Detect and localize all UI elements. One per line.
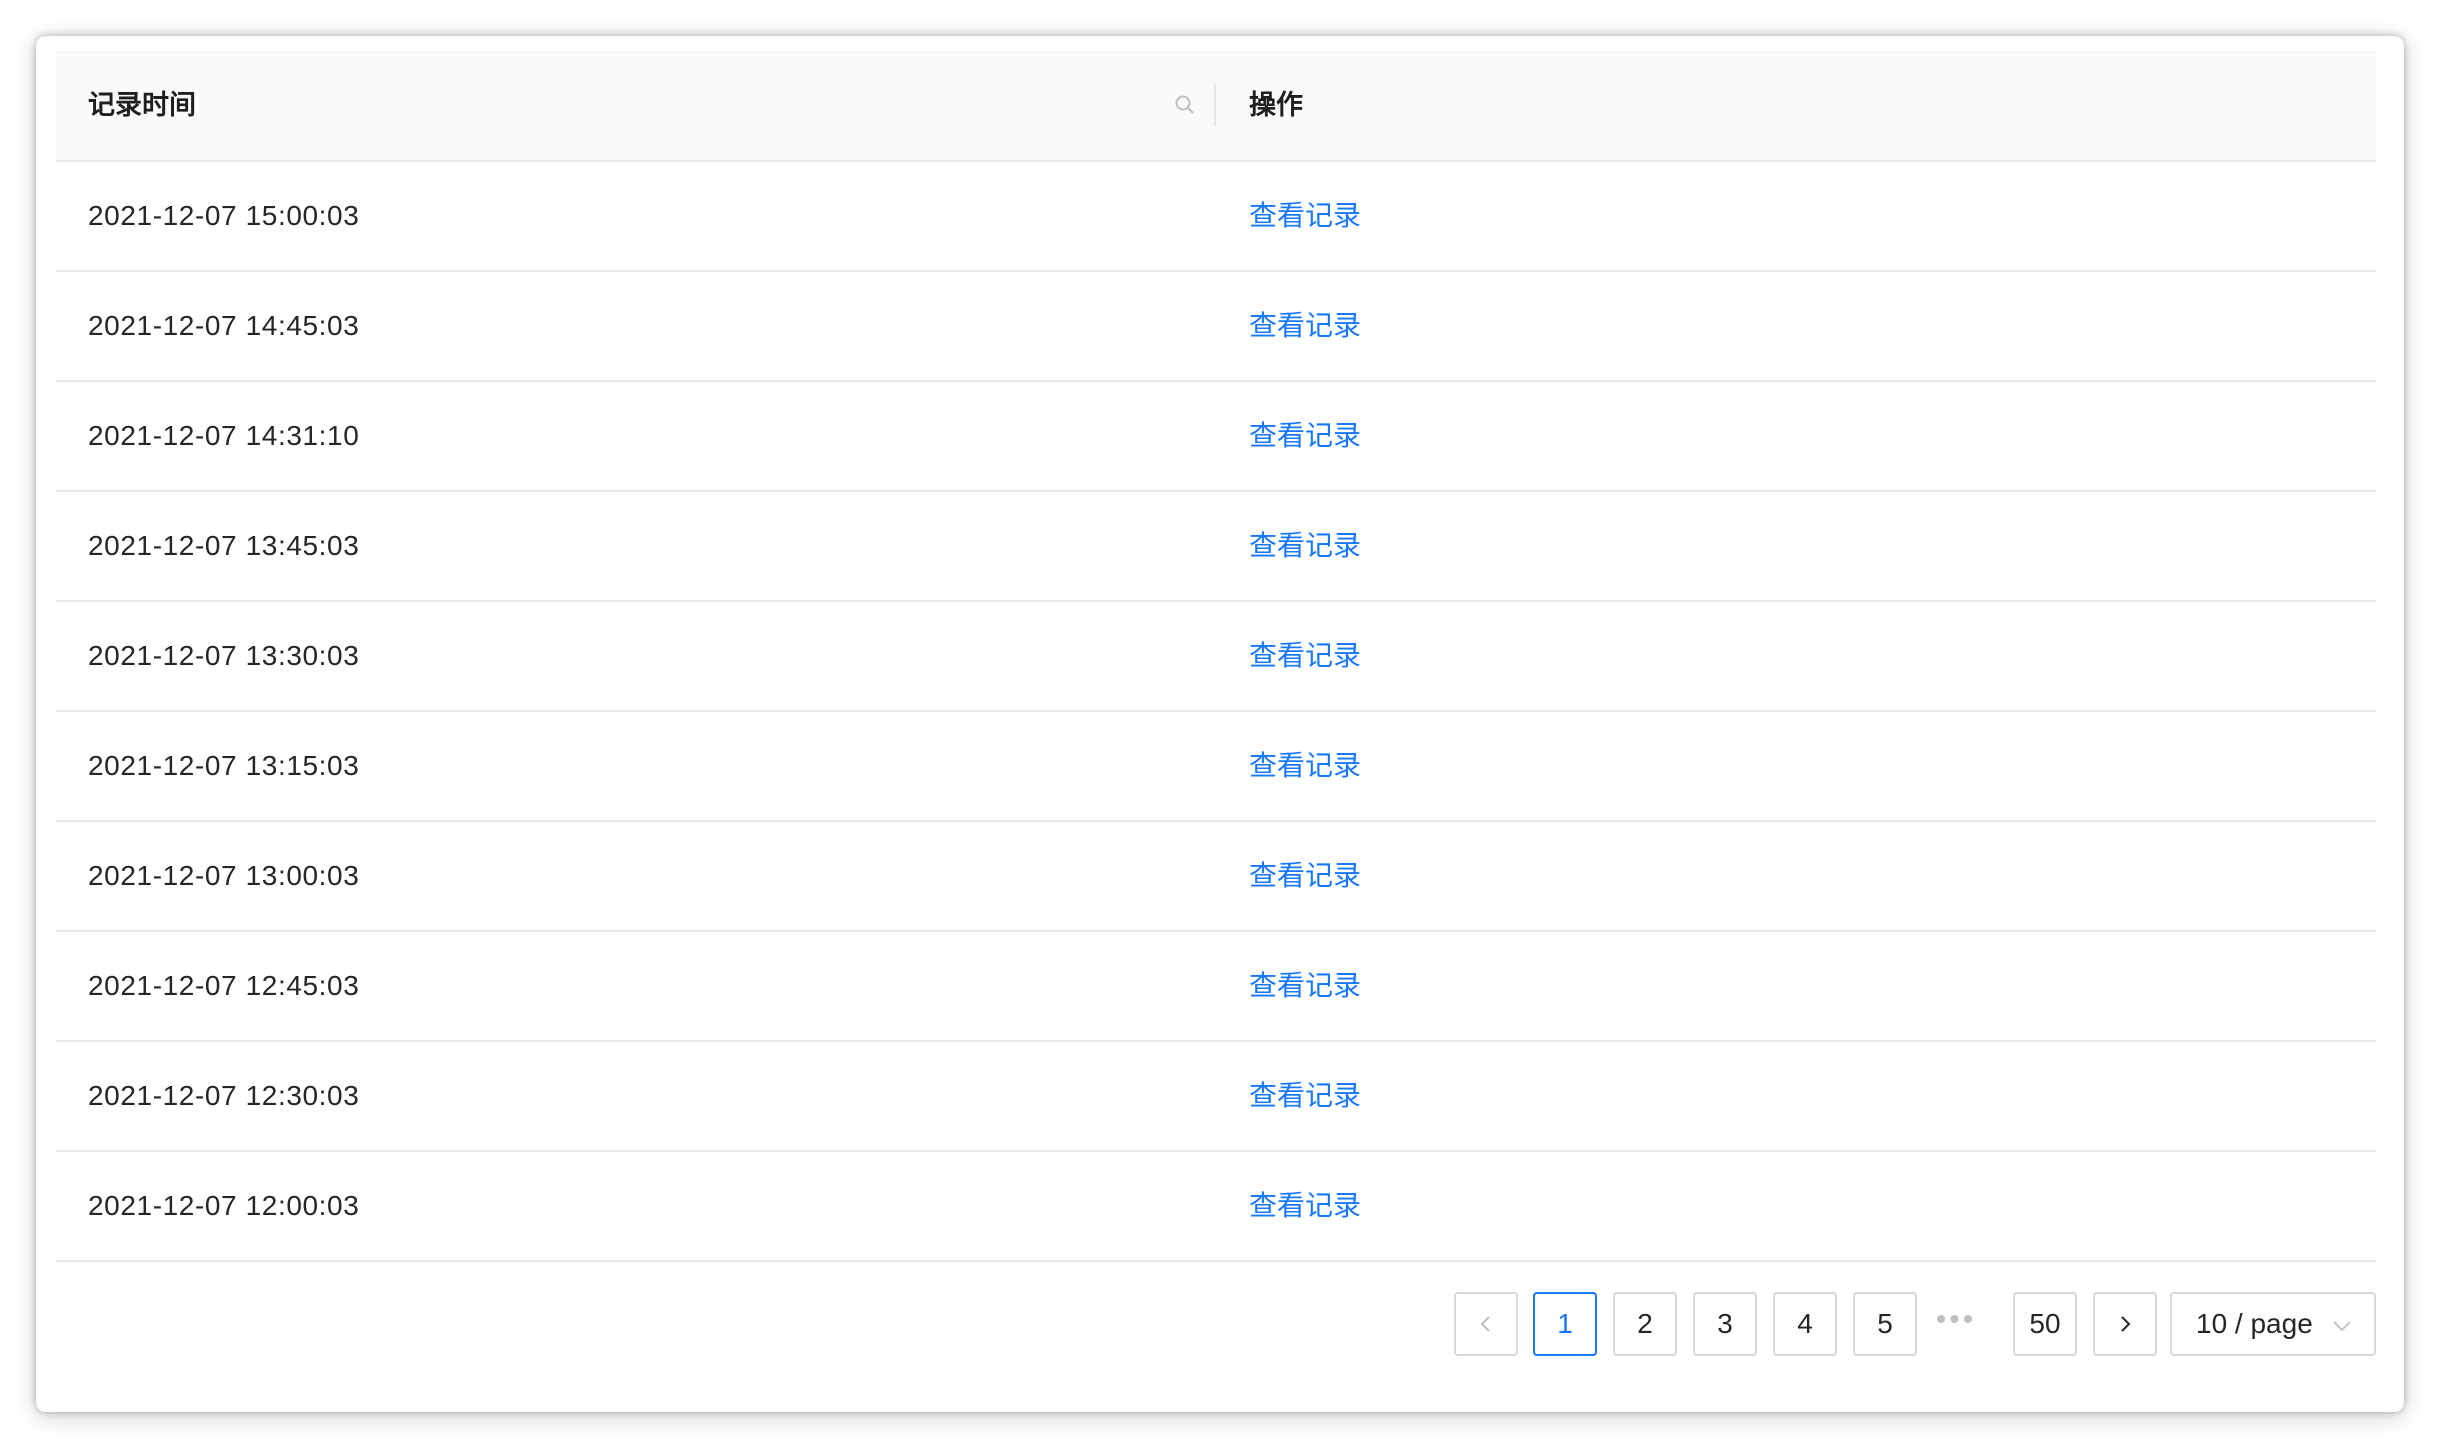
view-record-link[interactable]: 查看记录 [1249, 382, 1361, 490]
record-time-cell: 2021-12-07 14:45:03 [88, 310, 360, 341]
pagination: 1 2 3 4 5 ••• 50 10 / page [36, 1292, 2404, 1356]
table-body: 2021-12-07 15:00:03 查看记录 2021-12-07 14:45:… [56, 162, 2376, 1262]
table-row: 2021-12-07 15:00:03 查看记录 [56, 162, 2376, 272]
record-time-cell: 2021-12-07 12:00:03 [88, 1190, 360, 1221]
record-time-cell: 2021-12-07 13:45:03 [88, 530, 360, 561]
chevron-down-icon [2333, 1321, 2351, 1332]
record-time-cell: 2021-12-07 12:30:03 [88, 1080, 360, 1111]
view-record-link[interactable]: 查看记录 [1249, 1042, 1361, 1150]
page-item-4[interactable]: 4 [1773, 1292, 1837, 1356]
page-size-value: 10 / page [2196, 1308, 2313, 1339]
view-record-link[interactable]: 查看记录 [1249, 932, 1361, 1040]
record-time-cell: 2021-12-07 13:15:03 [88, 750, 360, 781]
table-row: 2021-12-07 14:31:10 查看记录 [56, 382, 2376, 492]
next-page-button[interactable] [2093, 1292, 2157, 1356]
view-record-link[interactable]: 查看记录 [1249, 822, 1361, 930]
record-table: 记录时间 操作 2021-12-07 15:00:03 查看记录 2021-12-0… [56, 50, 2376, 1262]
table-panel: 记录时间 操作 2021-12-07 15:00:03 查看记录 2021-12-0… [36, 36, 2404, 1412]
table-row: 2021-12-07 12:00:03 查看记录 [56, 1152, 2376, 1262]
table-header: 记录时间 操作 [56, 50, 2376, 162]
record-time-cell: 2021-12-07 15:00:03 [88, 200, 360, 231]
prev-page-button[interactable] [1454, 1292, 1518, 1356]
page-item-5[interactable]: 5 [1853, 1292, 1917, 1356]
view-record-link[interactable]: 查看记录 [1249, 602, 1361, 710]
view-record-link[interactable]: 查看记录 [1249, 712, 1361, 820]
view-record-link[interactable]: 查看记录 [1249, 272, 1361, 380]
page-item-3[interactable]: 3 [1693, 1292, 1757, 1356]
page-item-2[interactable]: 2 [1613, 1292, 1677, 1356]
table-row: 2021-12-07 13:30:03 查看记录 [56, 602, 2376, 712]
chevron-right-icon [2121, 1316, 2131, 1332]
page-size-select[interactable]: 10 / page [2170, 1292, 2376, 1356]
table-row: 2021-12-07 12:45:03 查看记录 [56, 932, 2376, 1042]
table-row: 2021-12-07 13:15:03 查看记录 [56, 712, 2376, 822]
search-icon[interactable] [1170, 90, 1200, 120]
table-row: 2021-12-07 14:45:03 查看记录 [56, 272, 2376, 382]
view-record-link[interactable]: 查看记录 [1249, 162, 1361, 270]
record-time-cell: 2021-12-07 13:30:03 [88, 640, 360, 671]
record-time-cell: 2021-12-07 14:31:10 [88, 420, 360, 451]
table-row: 2021-12-07 12:30:03 查看记录 [56, 1042, 2376, 1152]
view-record-link[interactable]: 查看记录 [1249, 492, 1361, 600]
chevron-left-icon [1480, 1316, 1490, 1332]
column-divider [1214, 84, 1216, 126]
page-item-1[interactable]: 1 [1533, 1292, 1597, 1356]
table-row: 2021-12-07 13:45:03 查看记录 [56, 492, 2376, 602]
column-header-record-time: 记录时间 [88, 90, 196, 120]
page-item-50[interactable]: 50 [2013, 1292, 2077, 1356]
record-time-cell: 2021-12-07 13:00:03 [88, 860, 360, 891]
table-row: 2021-12-07 13:00:03 查看记录 [56, 822, 2376, 932]
column-header-action: 操作 [1249, 90, 1303, 120]
view-record-link[interactable]: 查看记录 [1249, 1152, 1361, 1260]
page-ellipsis[interactable]: ••• [1925, 1292, 1987, 1356]
record-time-cell: 2021-12-07 12:45:03 [88, 970, 360, 1001]
